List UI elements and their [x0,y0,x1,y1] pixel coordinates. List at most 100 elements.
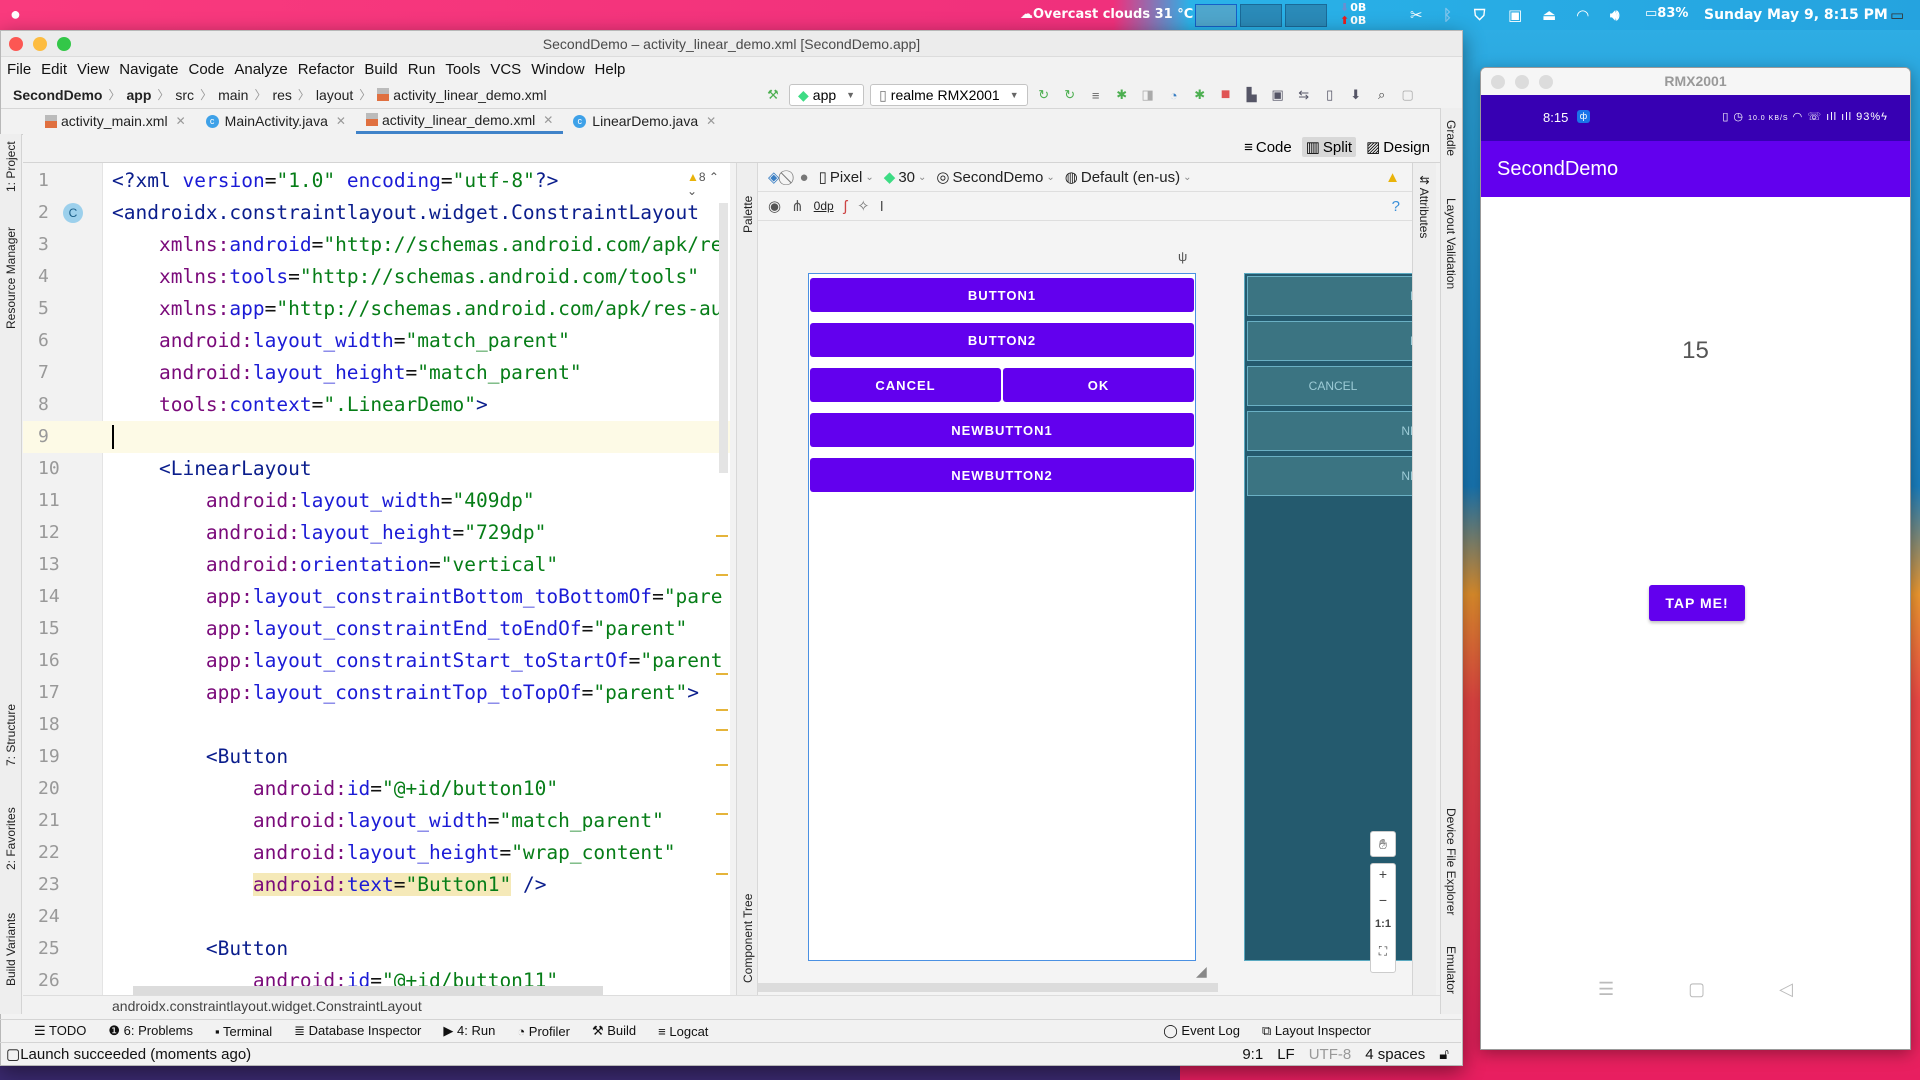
sdk-manager-icon[interactable]: ⬇ [1346,85,1366,105]
menu-help[interactable]: Help [595,61,626,78]
menu-build[interactable]: Build [364,61,397,78]
locale-selector[interactable]: ◍ Default (en-us) ⌄ [1065,168,1192,187]
run-tests-icon[interactable]: ≡ [1086,85,1106,105]
line-number[interactable]: 22 [38,837,78,869]
favorites-tool-button[interactable]: 2: Favorites [4,807,18,870]
warning-stripe-marker[interactable] [716,729,728,731]
screen-sleep-icon[interactable]: ▣ [1508,6,1522,24]
caret-position[interactable]: 9:1 [1242,1046,1263,1063]
code-line[interactable]: 3 xmlns:android="http://schemas.android.… [23,229,730,261]
code-text[interactable]: <Button [112,933,288,965]
warning-stripe-marker[interactable] [716,709,728,711]
blueprint-cancel[interactable]: CANCEL [1247,366,1412,406]
code-line[interactable]: 6 android:layout_width="match_parent" [23,325,730,357]
code-text[interactable]: android:text="Button1" /> [112,869,546,901]
attributes-tool-button[interactable]: ⇵ Attributes [1417,175,1431,238]
menu-window[interactable]: Window [531,61,584,78]
event-log-tool-button[interactable]: ◯ Event Log [1163,1023,1240,1039]
line-number[interactable]: 8 [38,389,78,421]
code-line[interactable]: 7 android:layout_height="match_parent" [23,357,730,389]
run-config-dropdown[interactable]: ◆ app ▼ [789,84,865,106]
line-number[interactable]: 16 [38,645,78,677]
layout-inspector-tool-button[interactable]: ⧉ Layout Inspector [1262,1023,1371,1039]
component-tree-tool-button[interactable]: Component Tree [741,894,755,983]
warning-stripe-marker[interactable] [716,873,728,875]
build-variants-tool-button[interactable]: Build Variants [4,913,18,986]
code-line[interactable]: 5 xmlns:app="http://schemas.android.com/… [23,293,730,325]
pan-tool-button[interactable]: ✋︎ [1370,831,1396,857]
code-line[interactable]: 19 <Button [23,741,730,773]
recents-icon[interactable]: ☰ [1598,979,1614,1000]
layout-validation-tool-button[interactable]: Layout Validation [1444,198,1458,289]
line-number[interactable]: 5 [38,293,78,325]
code-text[interactable]: android:layout_height="match_parent" [112,357,582,389]
breadcrumb-project[interactable]: SecondDemo [13,87,102,103]
tab-mainactivity-java[interactable]: c MainActivity.java ✕ [196,108,356,134]
code-text[interactable]: <?xml version="1.0" encoding="utf-8"?> [112,165,558,197]
code-mode-button[interactable]: ≡ Code [1240,137,1296,157]
blueprint-button1[interactable]: B [1247,276,1412,316]
line-number[interactable]: 24 [38,901,78,933]
code-line[interactable]: 1 <?xml version="1.0" encoding="utf-8"?> [23,165,730,197]
blueprint-preview[interactable]: B B CANCEL NE NE [1244,273,1412,961]
tab-lineardemo-java[interactable]: c LinearDemo.java ✕ [563,108,726,134]
editor-vertical-scrollbar[interactable] [719,203,728,473]
line-number[interactable]: 3 [38,229,78,261]
code-line[interactable]: 9 [23,421,730,453]
problems-tool-button[interactable]: ❶ 6: Problems [108,1023,193,1039]
gradle-tool-button[interactable]: Gradle [1444,120,1458,156]
code-line[interactable]: 2 <androidx.constraintlayout.widget.Const… [23,197,730,229]
code-text[interactable]: xmlns:tools="http://schemas.android.com/… [112,261,699,293]
terminal-tool-button[interactable]: ▪ Terminal [215,1024,272,1039]
blueprint-newbutton2[interactable]: NE [1247,456,1412,496]
code-text[interactable]: xmlns:app="http://schemas.android.com/ap… [112,293,723,325]
line-number[interactable]: 11 [38,485,78,517]
menu-view[interactable]: View [77,61,109,78]
device-selector[interactable]: ▯ Pixel ⌄ [819,168,874,187]
debug-icon[interactable]: ✱ [1112,85,1132,105]
line-number[interactable]: 13 [38,549,78,581]
class-gutter-icon[interactable]: C [63,203,83,223]
lock-icon[interactable]: 🔓︎ [1439,1046,1449,1063]
wifi-icon[interactable]: ◠ [1577,6,1589,24]
apple-icon[interactable]: ● [10,4,21,25]
code-line[interactable]: 4 xmlns:tools="http://schemas.android.co… [23,261,730,293]
attach-debugger-icon[interactable]: ✱ [1190,85,1210,105]
build-tool-button[interactable]: ⚒ Build [592,1023,636,1039]
line-number[interactable]: 26 [38,965,78,995]
account-icon[interactable]: ▢ [1398,85,1418,105]
autoconnect-icon[interactable]: ⋔ [791,197,804,215]
emulator-tool-button[interactable]: Emulator [1444,946,1458,994]
battery-indicator[interactable]: ▭83% [1645,6,1688,21]
code-text[interactable]: <androidx.constraintlayout.widget.Constr… [112,197,699,229]
line-number[interactable]: 23 [38,869,78,901]
menu-navigate[interactable]: Navigate [119,61,178,78]
tap-me-button[interactable]: TAP ME! [1649,585,1745,621]
run-tool-button[interactable]: ▶ 4: Run [443,1023,495,1039]
clear-constraints-icon[interactable]: ʃ [844,198,847,215]
volume-icon[interactable]: 🔊︎ [1610,6,1619,24]
line-number[interactable]: 12 [38,517,78,549]
preview-ok-button[interactable]: OK [1003,368,1194,402]
zoom-out-button[interactable]: − [1371,892,1395,918]
design-blueprint-toggle-icon[interactable]: ◈ [768,168,780,186]
inspection-warnings[interactable]: ▲8 ⌃ ⌄ [687,170,730,198]
zoom-actual-size-button[interactable]: 1:1 [1371,918,1395,944]
api-selector[interactable]: ◆ 30 ⌄ [884,168,927,187]
menu-code[interactable]: Code [188,61,224,78]
help-icon[interactable]: ? [1392,198,1400,215]
preview-button1[interactable]: BUTTON1 [810,278,1194,312]
line-number[interactable]: 7 [38,357,78,389]
line-number[interactable]: 19 [38,741,78,773]
code-text[interactable]: app:layout_constraintStart_toStartOf="pa… [112,645,723,677]
todo-tool-button[interactable]: ☰ TODO [34,1023,86,1039]
menu-tools[interactable]: Tools [445,61,480,78]
line-separator[interactable]: LF [1277,1046,1295,1063]
code-line[interactable]: 12 android:layout_height="729dp" [23,517,730,549]
logcat-tool-button[interactable]: ≡ Logcat [658,1024,708,1039]
code-line[interactable]: 21 android:layout_width="match_parent" [23,805,730,837]
code-text[interactable]: android:layout_width="match_parent" [112,325,570,357]
file-encoding[interactable]: UTF-8 [1309,1046,1352,1063]
palette-tool-button[interactable]: Palette [741,196,755,233]
sync-gradle-icon[interactable]: ⇆ [1294,85,1314,105]
